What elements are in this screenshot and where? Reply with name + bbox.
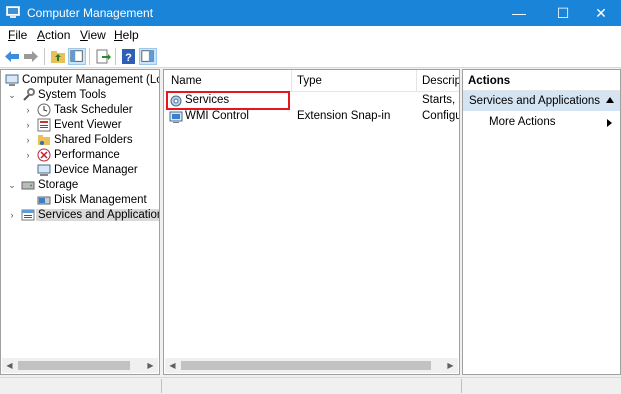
expand-chevron-icon[interactable]: ›	[23, 103, 33, 118]
list-header: Name Type Descript	[164, 70, 459, 92]
list-horizontal-scrollbar[interactable]: ◀ ▶	[165, 358, 458, 373]
tree-item-label: Disk Management	[54, 194, 147, 206]
column-header-name[interactable]: Name	[171, 75, 202, 87]
expand-chevron-icon[interactable]: ›	[23, 118, 33, 133]
menu-view[interactable]: View	[80, 28, 106, 42]
tree-item-label: System Tools	[38, 89, 107, 101]
tree-item-label: Shared Folders	[54, 134, 133, 146]
expand-chevron-icon[interactable]: ›	[23, 148, 33, 163]
actions-pane: Actions Services and Applications More A…	[462, 69, 621, 375]
system-tools-icon	[23, 88, 35, 101]
actions-section-label: Services and Applications	[469, 95, 601, 107]
menu-action[interactable]: Action	[37, 28, 70, 42]
status-bar	[0, 377, 621, 394]
column-header-description[interactable]: Descript	[422, 75, 459, 87]
title-bar: Computer Management — ☐ ✕	[0, 0, 621, 26]
more-actions-label: More Actions	[489, 116, 556, 128]
device-manager-icon	[37, 164, 51, 176]
tree-item-label: Computer Management (Local	[22, 74, 159, 86]
scrollbar-thumb[interactable]	[18, 361, 130, 370]
cell-type: Extension Snap-in	[297, 110, 391, 122]
tree-item-label: Storage	[38, 179, 79, 191]
tree-item-label: Event Viewer	[54, 119, 122, 131]
shared-folder-icon	[38, 135, 50, 145]
minimize-button[interactable]: —	[497, 0, 541, 26]
cell-description: Starts, st	[422, 94, 459, 106]
list-row-wmi-control[interactable]: WMI Control Extension Snap-in Configu	[164, 109, 460, 125]
scroll-left-arrow-icon[interactable]: ◀	[165, 358, 180, 373]
scroll-right-arrow-icon[interactable]: ▶	[443, 358, 458, 373]
disk-icon	[37, 196, 51, 205]
column-divider[interactable]	[291, 70, 292, 92]
tree-horizontal-scrollbar[interactable]: ◀ ▶	[2, 358, 158, 373]
console-tree-pane: Computer Management (Local ⌄ System Tool…	[0, 69, 160, 375]
computer-management-icon	[6, 6, 20, 18]
actions-section-services-and-applications[interactable]: Services and Applications	[463, 91, 620, 111]
submenu-arrow-icon	[607, 119, 612, 127]
up-folder-icon[interactable]	[49, 48, 67, 65]
event-viewer-icon	[37, 118, 51, 132]
services-and-applications-icon	[21, 209, 35, 221]
collapse-triangle-icon[interactable]	[606, 97, 614, 103]
actions-header: Actions	[463, 70, 620, 91]
back-arrow-icon[interactable]	[3, 48, 21, 65]
expand-chevron-icon[interactable]: ›	[7, 208, 17, 223]
toolbar-separator	[89, 48, 90, 65]
show-hide-action-pane-icon[interactable]	[139, 48, 157, 65]
help-icon[interactable]: ?	[120, 48, 138, 65]
cell-description: Configu	[422, 110, 460, 122]
storage-icon	[21, 181, 35, 190]
wmi-control-icon	[169, 111, 183, 123]
scroll-right-arrow-icon[interactable]: ▶	[143, 358, 158, 373]
menu-bar: File Action View Help	[0, 26, 621, 45]
computer-management-icon	[5, 74, 19, 86]
scroll-left-arrow-icon[interactable]: ◀	[2, 358, 17, 373]
toolbar-separator	[115, 48, 116, 65]
details-list-pane: Name Type Descript Services Starts, st W…	[163, 69, 460, 375]
menu-help[interactable]: Help	[114, 28, 139, 42]
scrollbar-thumb[interactable]	[181, 361, 431, 370]
performance-icon	[37, 148, 51, 162]
show-hide-console-tree-icon[interactable]	[68, 48, 86, 65]
cell-name: WMI Control	[185, 110, 249, 122]
export-list-icon[interactable]	[94, 48, 112, 65]
svg-text:?: ?	[125, 52, 132, 64]
tree-item-label: Services and Applications	[36, 209, 159, 221]
services-highlight-box	[166, 91, 290, 110]
toolbar: ?	[0, 45, 621, 68]
tree-item-label: Performance	[54, 149, 120, 161]
status-divider	[161, 379, 162, 393]
expand-chevron-icon[interactable]: ›	[23, 133, 33, 148]
tree-item-label: Device Manager	[54, 164, 138, 176]
collapse-chevron-icon[interactable]: ⌄	[7, 178, 17, 193]
column-divider[interactable]	[416, 70, 417, 92]
clock-icon	[37, 103, 51, 117]
menu-file[interactable]: File	[8, 28, 27, 42]
window-title: Computer Management	[27, 6, 154, 20]
status-divider	[461, 379, 462, 393]
collapse-chevron-icon[interactable]: ⌄	[7, 88, 17, 103]
close-button[interactable]: ✕	[579, 0, 621, 26]
tree-item-label: Task Scheduler	[54, 104, 133, 116]
forward-arrow-icon[interactable]	[22, 48, 40, 65]
more-actions-item[interactable]: More Actions	[463, 112, 620, 132]
column-header-type[interactable]: Type	[297, 75, 322, 87]
toolbar-separator	[44, 48, 45, 65]
